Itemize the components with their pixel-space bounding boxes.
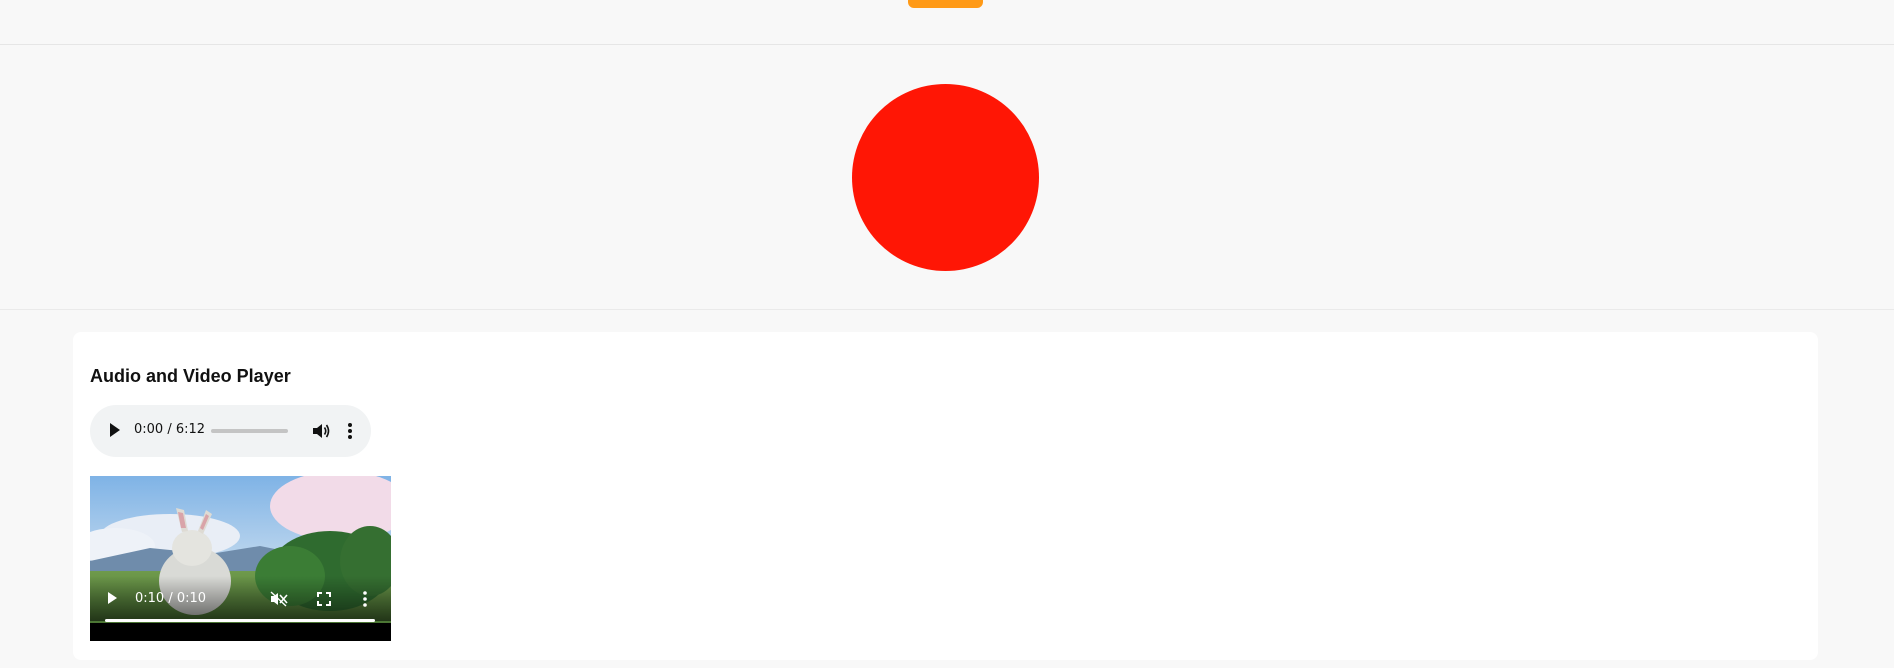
audio-time: 0:00 / 6:12 — [134, 422, 206, 437]
more-options-icon[interactable] — [347, 421, 353, 441]
video-controls: 0:10 / 0:10 — [90, 576, 391, 621]
red-circle — [852, 84, 1039, 271]
top-bar — [0, 0, 1894, 45]
video-letterbox — [90, 623, 391, 641]
volume-icon[interactable] — [311, 421, 331, 441]
muted-volume-icon[interactable] — [270, 591, 288, 607]
play-icon[interactable] — [110, 423, 120, 437]
video-time: 0:10 / 0:10 — [135, 591, 207, 606]
more-options-icon[interactable] — [362, 590, 368, 608]
circle-section — [0, 45, 1894, 310]
play-icon[interactable] — [108, 592, 117, 604]
fullscreen-icon[interactable] — [316, 591, 332, 607]
video-progress-slider[interactable] — [105, 619, 375, 622]
card-title: Audio and Video Player — [90, 366, 291, 386]
audio-progress-slider[interactable] — [211, 429, 288, 433]
orange-tab-button[interactable] — [908, 0, 983, 8]
video-player[interactable]: 0:10 / 0:10 — [90, 476, 391, 641]
media-card: Audio and Video Player 0:00 / 6:12 0:10 … — [73, 332, 1818, 660]
audio-player[interactable]: 0:00 / 6:12 — [90, 405, 371, 457]
